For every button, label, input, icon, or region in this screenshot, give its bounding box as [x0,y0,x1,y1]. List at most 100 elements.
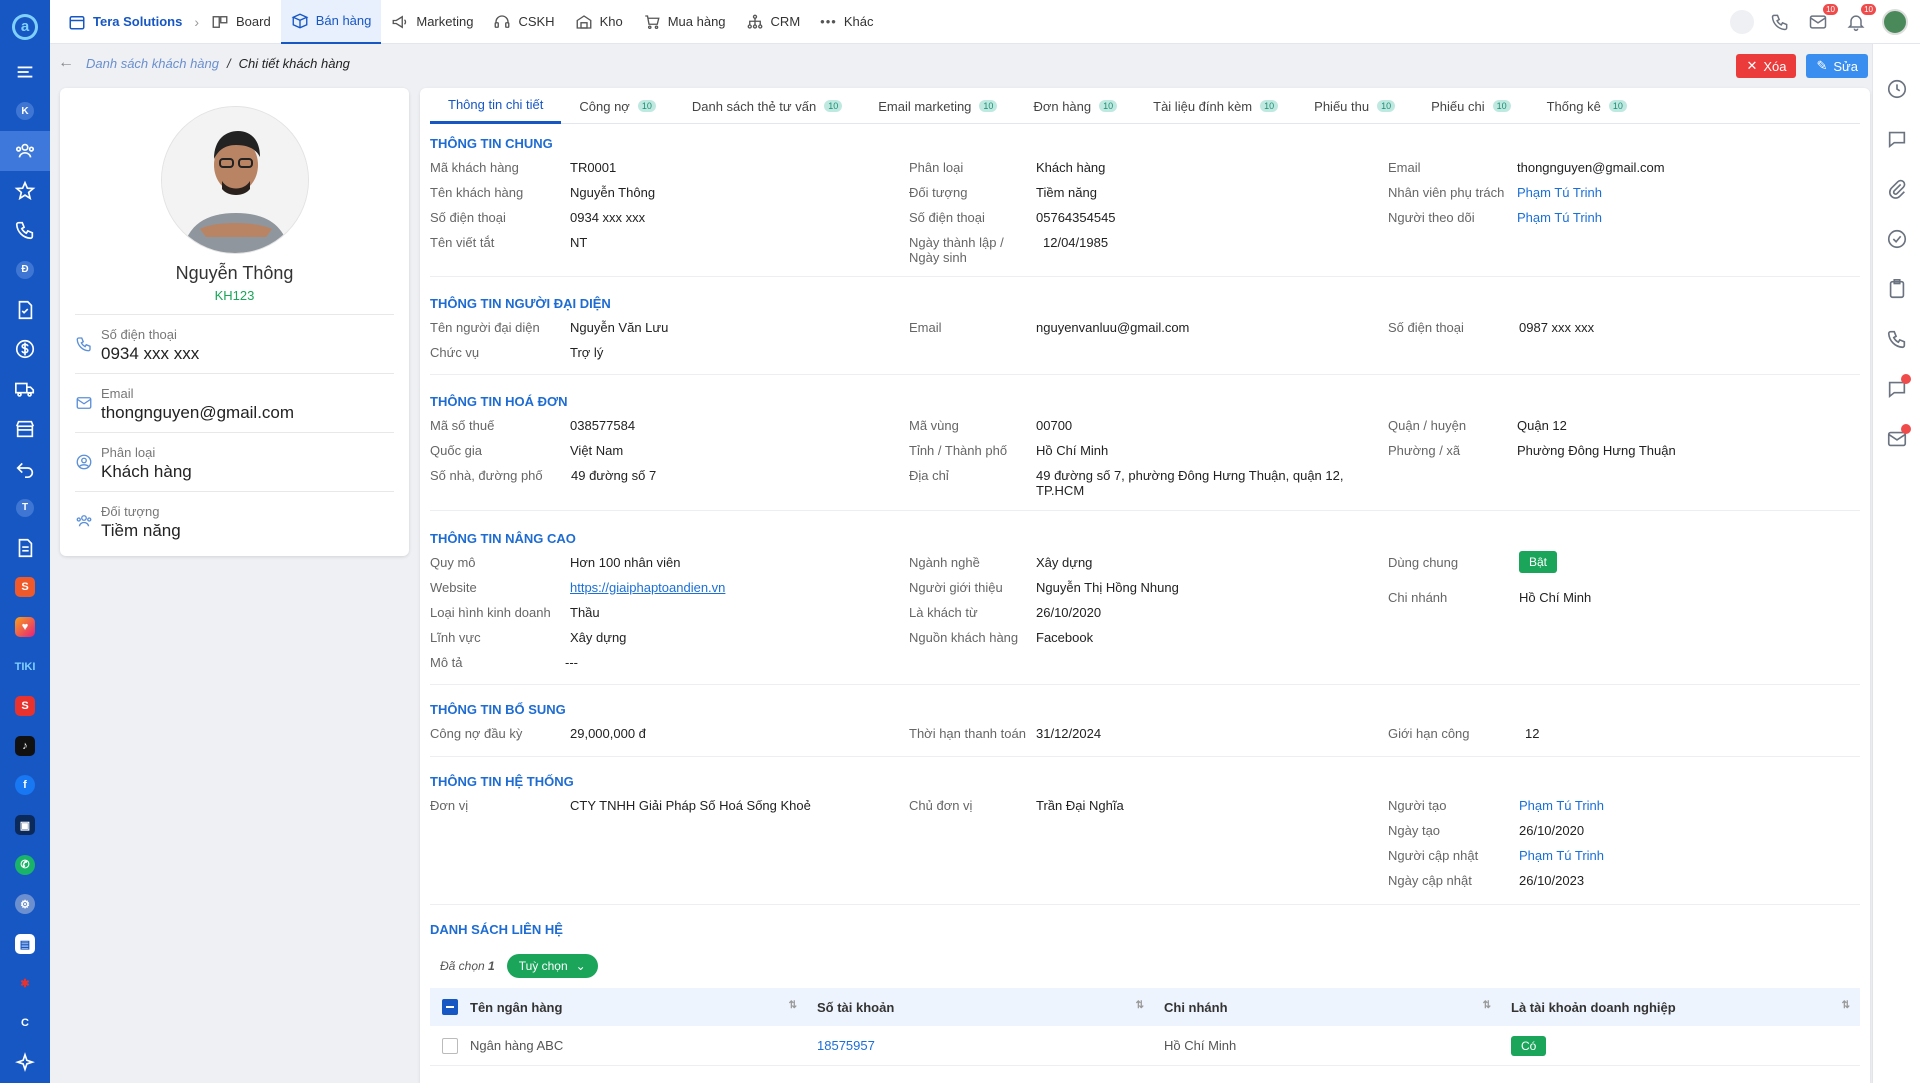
rail-delivery[interactable] [0,369,50,409]
chat-button[interactable] [1873,364,1920,414]
rail-monitor[interactable]: ▣ [0,805,50,845]
rail-d[interactable]: Đ [0,250,50,290]
rail-store[interactable] [0,409,50,449]
app-logo[interactable]: a [12,14,38,40]
column-account-number[interactable]: Số tài khoản ⇅ [817,1000,1164,1015]
attachments-button[interactable] [1873,164,1920,214]
rail-t[interactable]: T [0,488,50,528]
branch-value: Hồ Chí Minh [1519,590,1592,605]
rail-letter-c: C [21,1017,29,1030]
tab-debt[interactable]: Công nợ 10 [561,88,673,124]
mail-button[interactable]: 10 [1806,4,1838,34]
customer-name: Nguyễn Thông [175,263,294,283]
sort-icon[interactable]: ⇅ [789,1000,797,1015]
rail-c[interactable]: C [0,1004,50,1044]
email-button[interactable] [1873,414,1920,464]
rail-settings-app[interactable]: ⚙ [0,885,50,925]
tab-details[interactable]: Thông tin chi tiết [430,88,562,124]
birth-date-value: 12/04/1985 [1043,235,1109,250]
notification-button[interactable]: 10 [1844,4,1876,34]
nav-board[interactable]: Board [201,0,281,44]
rail-sendo[interactable]: S [0,686,50,726]
column-business-account[interactable]: Là tài khoản doanh nghiệp ⇅ [1511,1000,1860,1015]
rail-ai[interactable] [0,1043,50,1083]
row-checkbox[interactable] [442,1037,458,1054]
follower-link[interactable]: Phạm Tú Trinh [1517,210,1602,225]
rail-tiktok[interactable]: ♪ [0,726,50,766]
customer-avatar [161,106,309,254]
field-label: Nguồn khách hàng [909,630,1019,645]
edit-button[interactable]: ✎ Sửa [1806,54,1868,78]
tab-consult-cards[interactable]: Danh sách thẻ tư vấn 10 [674,88,860,124]
sort-icon[interactable]: ⇅ [1842,1000,1850,1015]
tab-orders[interactable]: Đơn hàng 10 [1015,88,1135,124]
nav-warehouse[interactable]: Kho [565,0,633,44]
column-branch[interactable]: Chi nhánh ⇅ [1164,1000,1511,1015]
history-button[interactable] [1873,64,1920,114]
brand-switcher[interactable]: Tera Solutions [58,0,192,44]
nav-label: Board [236,14,271,29]
rail-calls[interactable] [0,210,50,250]
tab-email-marketing[interactable]: Email marketing 10 [860,88,1015,124]
nav-more[interactable]: ••• Khác [810,0,883,44]
chat-app-icon: ✆ [15,854,35,875]
call-button[interactable] [1873,314,1920,364]
apps-grid-icon[interactable] [1730,10,1754,34]
email-notification-dot [1900,424,1911,434]
nav-crm[interactable]: CRM [736,0,811,44]
tax-code-value: 038577584 [570,418,636,433]
rail-facebook[interactable]: f [0,766,50,806]
options-dropdown[interactable]: Tuỳ chọn ⌄ [506,954,598,978]
updater-link[interactable]: Phạm Tú Trinh [1519,848,1604,863]
delete-button[interactable]: ✕ Xóa [1736,54,1797,78]
tab-payments[interactable]: Phiếu chi 10 [1413,88,1529,124]
phone-button[interactable] [1768,10,1792,34]
nav-marketing[interactable]: Marketing [381,0,483,44]
tab-statistics[interactable]: Thống kê 10 [1529,88,1645,124]
rail-shopee[interactable]: S [0,567,50,607]
nav-customer-care[interactable]: CSKH [483,0,564,44]
rail-documents[interactable] [0,528,50,568]
updated-date-value: 26/10/2023 [1519,873,1585,888]
tasks-button[interactable] [1873,214,1920,264]
sort-icon[interactable]: ⇅ [1136,1000,1144,1015]
selected-count-text: Đã chọn 1 [440,959,495,973]
user-avatar[interactable] [1882,9,1908,35]
divider [430,756,1860,757]
tab-count: 10 [1260,100,1279,112]
profile-segment: Đối tượng Tiềm năng [75,491,394,549]
lazada-heart-icon: ♥ [15,616,35,637]
rail-zalo[interactable]: ✆ [0,845,50,885]
rail-lazada[interactable]: ♥ [0,607,50,647]
shared-toggle-badge[interactable]: Bật [1519,551,1558,573]
rail-finance[interactable] [0,329,50,369]
field-label: Quy mô [430,555,476,570]
account-number-link[interactable]: 18575957 [817,1038,1164,1053]
website-link[interactable]: https://giaiphaptoandien.vn [570,580,725,595]
rail-favorites[interactable] [0,171,50,211]
rail-menu[interactable] [0,52,50,92]
column-bank-name[interactable]: Tên ngân hàng ⇅ [470,1000,817,1015]
tab-attachments[interactable]: Tài liệu đính kèm 10 [1135,88,1296,124]
comments-button[interactable] [1873,114,1920,164]
megaphone-icon [392,15,407,28]
tab-receipts[interactable]: Phiếu thu 10 [1296,88,1413,124]
rail-tasks[interactable] [0,290,50,330]
breadcrumb-parent-link[interactable]: Danh sách khách hàng [86,56,219,71]
creator-link[interactable]: Phạm Tú Trinh [1519,798,1604,813]
rail-logistics[interactable]: ✱ [0,964,50,1004]
rail-customers[interactable] [0,131,50,171]
staff-in-charge-link[interactable]: Phạm Tú Trinh [1517,185,1602,200]
nav-sales[interactable]: Bán hàng [280,0,382,44]
profile-field-value: Tiềm năng [101,521,181,540]
select-all-checkbox[interactable] [442,999,458,1015]
rail-tiki[interactable]: TIKI [0,647,50,687]
table-row[interactable]: Ngân hàng ABC 18575957 Hồ Chí Minh Có [430,1026,1860,1066]
rail-ticket[interactable]: ▤ [0,924,50,964]
rail-returns[interactable] [0,448,50,488]
clipboard-button[interactable] [1873,264,1920,314]
rail-k[interactable]: K [0,91,50,131]
sort-icon[interactable]: ⇅ [1483,1000,1491,1015]
nav-purchase[interactable]: Mua hàng [633,0,736,44]
back-arrow-icon[interactable]: ← [58,54,74,72]
